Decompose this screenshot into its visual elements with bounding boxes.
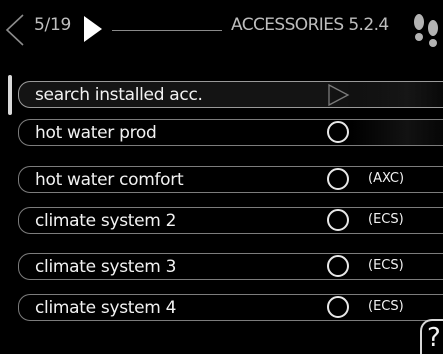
play-right-icon[interactable] xyxy=(82,14,104,44)
menu-item-hot-water-prod[interactable]: hot water prod xyxy=(18,119,443,146)
menu-item-hot-water-comfort[interactable]: hot water comfort (AXC) xyxy=(18,166,443,193)
help-button[interactable]: ? xyxy=(420,319,443,354)
radio-button[interactable] xyxy=(327,255,349,277)
menu-title: ACCESSORIES 5.2.4 xyxy=(231,15,389,35)
menu-item-label: hot water prod xyxy=(35,123,157,143)
menu-item-climate-system-3[interactable]: climate system 3 (ECS) xyxy=(18,253,443,280)
accessory-tag: (ECS) xyxy=(368,258,404,273)
header-divider xyxy=(112,30,222,31)
page-counter: 5/19 xyxy=(34,15,71,35)
accessory-tag: (AXC) xyxy=(368,171,405,186)
accessory-tag: (ECS) xyxy=(368,212,404,227)
row-highlight xyxy=(352,82,443,107)
menu-item-label: climate system 4 xyxy=(35,298,177,318)
menu-item-label: hot water comfort xyxy=(35,170,184,190)
menu-item-search-installed-acc[interactable]: search installed acc. xyxy=(18,81,443,108)
menu-item-climate-system-4[interactable]: climate system 4 (ECS) xyxy=(18,294,443,321)
menu-item-label: search installed acc. xyxy=(35,85,203,105)
menu-item-label: climate system 2 xyxy=(35,211,177,231)
scrollbar[interactable] xyxy=(8,75,12,345)
radio-button[interactable] xyxy=(327,296,349,318)
radio-button[interactable] xyxy=(327,209,349,231)
help-label: ? xyxy=(427,323,441,353)
display-screen: 5/19 ACCESSORIES 5.2.4 search installed … xyxy=(0,0,443,354)
menu-item-label: climate system 3 xyxy=(35,257,177,277)
arrow-right-icon xyxy=(328,83,350,107)
chevron-left-icon[interactable] xyxy=(4,13,26,47)
radio-button[interactable] xyxy=(327,168,349,190)
radio-button[interactable] xyxy=(327,121,349,143)
menu-item-climate-system-2[interactable]: climate system 2 (ECS) xyxy=(18,207,443,234)
row-highlight xyxy=(352,120,443,145)
scrollbar-thumb[interactable] xyxy=(8,75,12,115)
footprints-icon[interactable] xyxy=(405,10,443,50)
accessory-tag: (ECS) xyxy=(368,299,404,314)
